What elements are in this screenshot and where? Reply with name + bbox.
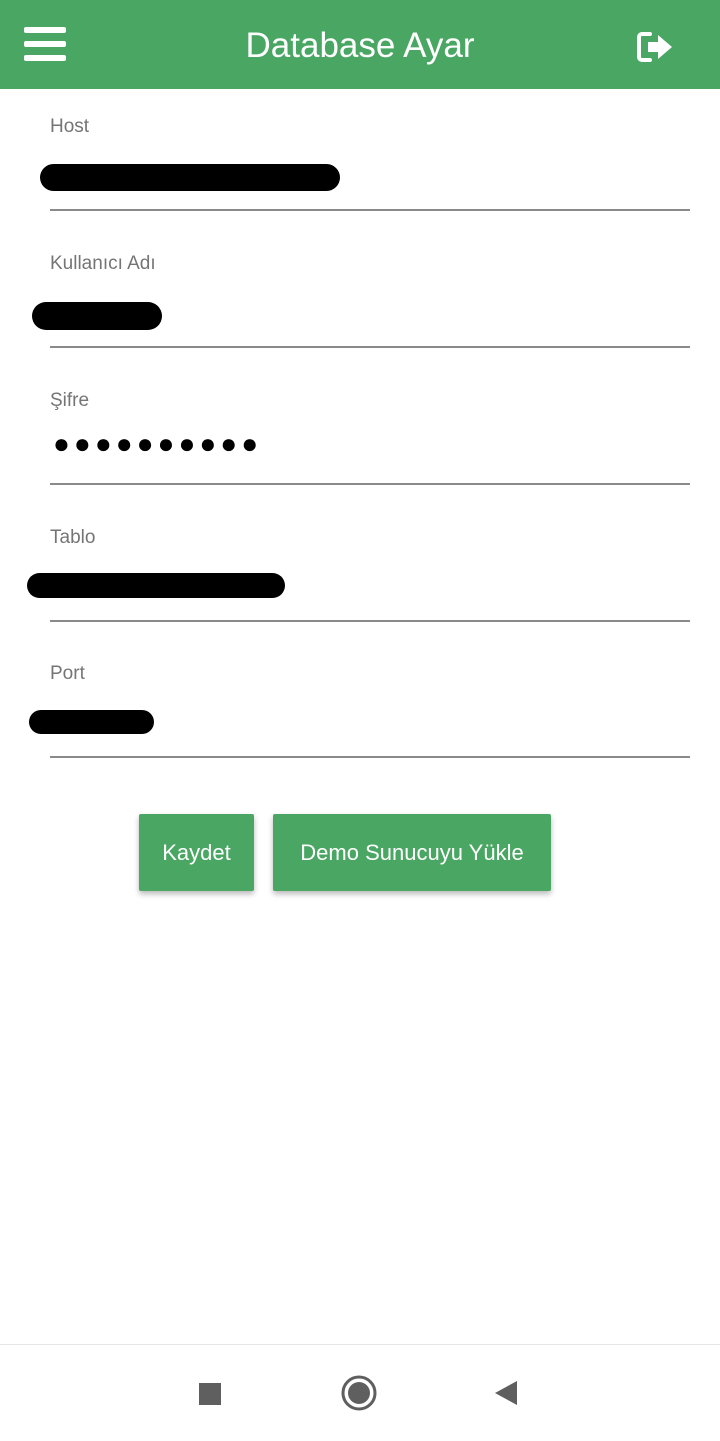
redaction-bar [40, 164, 340, 191]
home-button[interactable] [334, 1369, 384, 1419]
menu-button[interactable] [18, 20, 72, 68]
recents-square-icon [199, 1383, 221, 1405]
redaction-bar [27, 573, 285, 598]
password-label: Şifre [50, 390, 90, 411]
app-bar: Database Ayar [0, 0, 720, 89]
sign-out-icon [637, 32, 672, 62]
port-underline [50, 756, 690, 758]
table-label: Tablo [50, 527, 96, 548]
password-underline [50, 483, 690, 485]
table-field[interactable]: Tablo [27, 527, 690, 622]
back-button[interactable] [482, 1369, 532, 1419]
username-field[interactable]: Kullanıcı Adı [32, 253, 690, 348]
password-field[interactable]: Şifre ●●●●●●●●●● [50, 390, 690, 485]
hamburger-menu-icon [24, 27, 66, 61]
host-underline [50, 209, 690, 211]
save-button[interactable]: Kaydet [139, 814, 254, 891]
port-field[interactable]: Port [29, 663, 690, 758]
table-underline [50, 620, 690, 622]
username-label: Kullanıcı Adı [50, 253, 156, 274]
host-label: Host [50, 116, 90, 137]
logout-button[interactable] [630, 22, 684, 72]
host-field[interactable]: Host [40, 116, 690, 211]
password-dots: ●●●●●●●●●● [53, 428, 263, 459]
load-demo-server-button[interactable]: Demo Sunucuyu Yükle [273, 814, 551, 891]
password-input[interactable]: ●●●●●●●●●● [50, 426, 690, 466]
recents-button[interactable] [185, 1369, 235, 1419]
redaction-bar [32, 302, 162, 330]
home-circle-icon [341, 1375, 377, 1411]
page-title: Database Ayar [245, 26, 475, 65]
username-underline [50, 346, 690, 348]
port-label: Port [50, 663, 85, 684]
system-nav-bar [0, 1344, 720, 1441]
back-triangle-icon [495, 1381, 517, 1405]
redaction-bar [29, 710, 154, 734]
